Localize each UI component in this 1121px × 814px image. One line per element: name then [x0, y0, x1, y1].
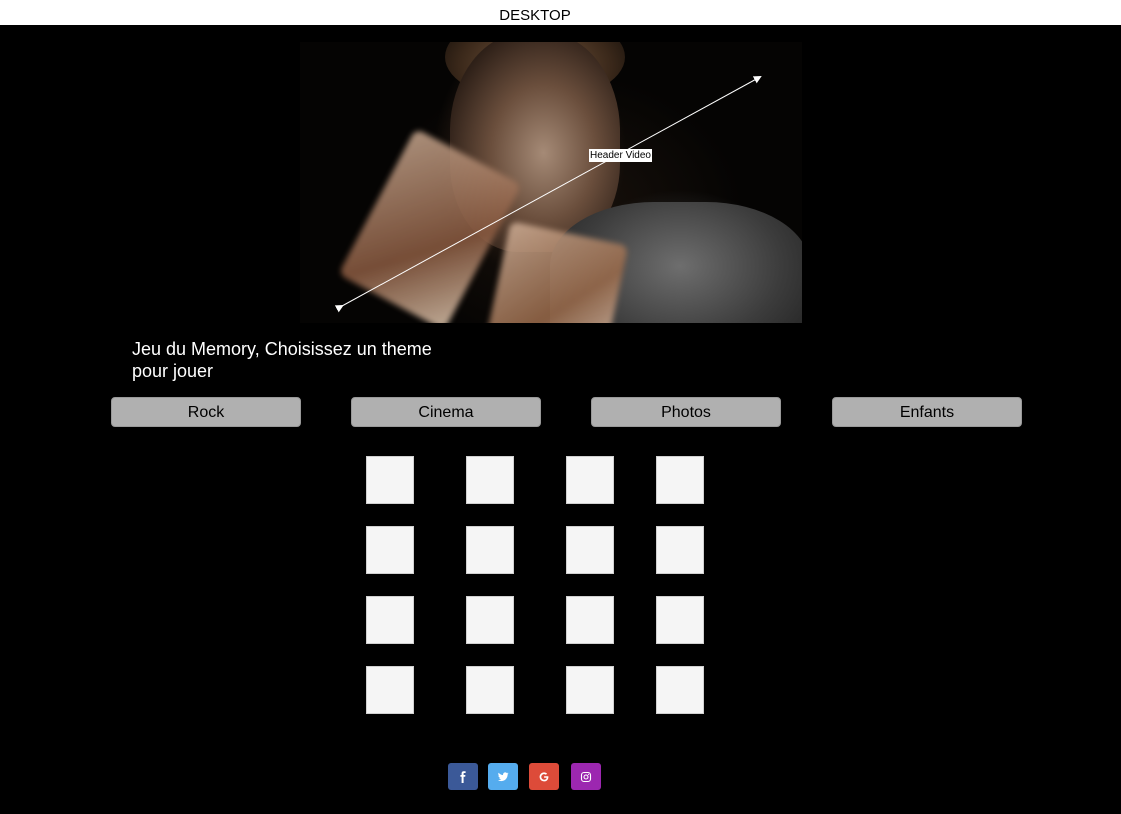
memory-card[interactable] — [366, 666, 414, 714]
page-label: DESKTOP — [499, 7, 571, 24]
memory-card[interactable] — [566, 456, 614, 504]
memory-card[interactable] — [366, 456, 414, 504]
memory-card[interactable] — [656, 596, 704, 644]
memory-card[interactable] — [656, 666, 704, 714]
memory-card[interactable] — [656, 526, 704, 574]
facebook-button[interactable] — [448, 763, 478, 790]
theme-photos-button[interactable]: Photos — [591, 397, 781, 427]
facebook-icon — [460, 770, 466, 783]
memory-card[interactable] — [366, 526, 414, 574]
theme-rock-button[interactable]: Rock — [111, 397, 301, 427]
google-icon — [539, 771, 549, 781]
header-video-label: Header Video — [589, 149, 652, 162]
instagram-button[interactable] — [571, 763, 601, 790]
twitter-button[interactable] — [488, 763, 518, 790]
memory-card[interactable] — [566, 526, 614, 574]
memory-card[interactable] — [466, 526, 514, 574]
intro-heading: Jeu du Memory, Choisissez un theme pour … — [132, 339, 432, 381]
memory-card[interactable] — [466, 456, 514, 504]
memory-card[interactable] — [466, 666, 514, 714]
theme-cinema-button[interactable]: Cinema — [351, 397, 541, 427]
memory-card[interactable] — [566, 666, 614, 714]
memory-card[interactable] — [366, 596, 414, 644]
header-video[interactable]: Header Video — [300, 42, 802, 323]
theme-enfants-button[interactable]: Enfants — [832, 397, 1022, 427]
memory-card[interactable] — [566, 596, 614, 644]
instagram-icon — [580, 771, 592, 782]
twitter-icon — [497, 771, 509, 781]
memory-card[interactable] — [656, 456, 704, 504]
memory-card[interactable] — [466, 596, 514, 644]
page-container: Header Video Jeu du Memory, Choisissez u… — [0, 25, 1121, 814]
google-button[interactable] — [529, 763, 559, 790]
diagonal-arrow-icon — [334, 76, 762, 313]
